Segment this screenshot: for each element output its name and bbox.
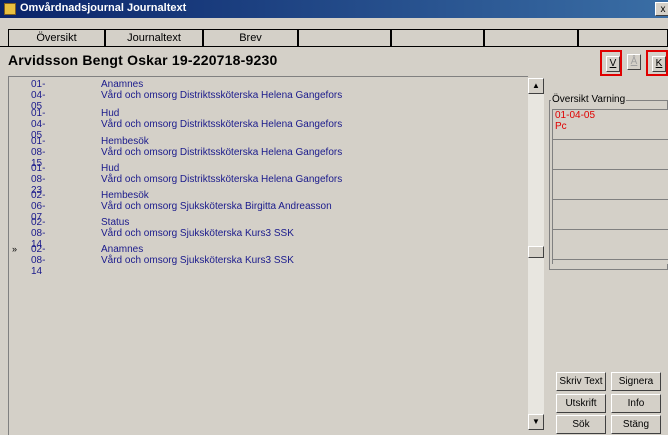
warning-row[interactable] [553, 140, 668, 170]
entry-title: Hembesök [101, 136, 149, 147]
close-button[interactable]: x [655, 2, 668, 16]
scroll-thumb[interactable] [528, 246, 544, 258]
app-icon [4, 3, 16, 15]
sok-button[interactable]: Sök [556, 415, 606, 434]
entry-title: Hud [101, 108, 120, 119]
entry-title: Hud [101, 163, 120, 174]
title-bar: Omvårdnadsjournal Journaltext x [0, 0, 668, 18]
tab-divider [0, 46, 668, 47]
patient-name: Arvidsson Bengt Oskar 19-220718-9230 [8, 52, 278, 68]
entry-author: Vård och omsorg Sjuksköterska Kurs3 SSK [101, 255, 294, 266]
scroll-up-button[interactable]: ▲ [528, 78, 544, 94]
tab-journaltext[interactable]: Journaltext [105, 29, 203, 47]
stang-button[interactable]: Stäng [611, 415, 661, 434]
warning-row[interactable] [553, 200, 668, 230]
tab-oversikt[interactable]: Översikt [8, 29, 105, 46]
entry-author: Vård och omsorg Distriktssköterska Helen… [101, 174, 343, 185]
v-button-label: V [606, 56, 620, 72]
entry-author: Vård och omsorg Sjuksköterska Birgitta A… [101, 201, 332, 212]
warning-list[interactable]: 01-04-05 Pc [552, 109, 668, 264]
entry-date: 02-08-14 [31, 244, 46, 277]
utskrift-button[interactable]: Utskrift [556, 394, 606, 413]
entry-title: Hembesök [101, 190, 149, 201]
k-button[interactable]: K [646, 50, 668, 76]
entry-author: Vård och omsorg Sjuksköterska Kurs3 SSK [101, 228, 294, 239]
entry-author: Vård och omsorg Distriktssköterska Helen… [101, 147, 343, 158]
warning-group-title: Översikt Varning [551, 94, 627, 105]
signera-button[interactable]: Signera [611, 372, 661, 391]
tab-strip: Översikt Journaltext Brev [8, 29, 668, 47]
row-marker: » [12, 244, 18, 254]
info-button[interactable]: Info [611, 394, 661, 413]
k-button-label: K [652, 56, 666, 72]
skriv-text-button[interactable]: Skriv Text [556, 372, 606, 391]
warning-date: 01-04-05 [555, 110, 596, 121]
entry-author: Vård och omsorg Distriktssköterska Helen… [101, 119, 343, 130]
warning-row[interactable] [553, 170, 668, 200]
warning-row[interactable]: 01-04-05 Pc [553, 110, 668, 140]
warning-text: Pc [555, 121, 567, 132]
journal-scrollbar[interactable]: ▲ ▼ [528, 78, 544, 430]
warning-row[interactable] [553, 230, 668, 260]
entry-title: Anamnes [101, 244, 144, 255]
entry-title: Anamnes [101, 79, 144, 90]
tab-brev[interactable]: Brev [203, 29, 298, 46]
tab-empty-3[interactable] [484, 29, 578, 46]
a-button-label: Å [627, 54, 641, 70]
tab-empty-1[interactable] [298, 29, 391, 46]
entry-author: Vård och omsorg Distriktssköterska Helen… [101, 90, 343, 101]
a-button[interactable]: Å [623, 50, 645, 76]
scroll-down-button[interactable]: ▼ [528, 414, 544, 430]
window-title: Omvårdnadsjournal Journaltext [20, 2, 187, 14]
entry-title: Status [101, 217, 130, 228]
tab-empty-2[interactable] [391, 29, 484, 46]
v-button[interactable]: V [600, 50, 622, 76]
journal-list[interactable]: 01-04-05 Anamnes Vård och omsorg Distrik… [8, 76, 528, 435]
tab-empty-4[interactable] [578, 29, 668, 46]
